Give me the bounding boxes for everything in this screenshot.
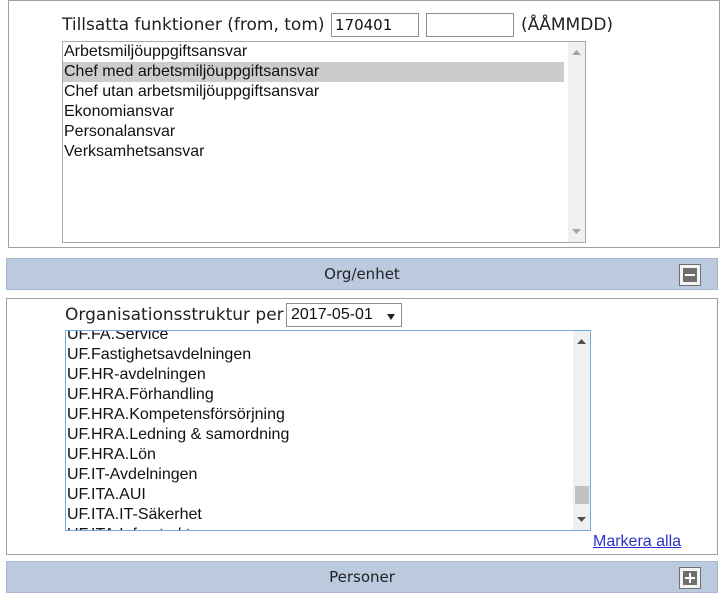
functions-scrollbar[interactable]: [568, 42, 585, 242]
persons-section-header[interactable]: Personer: [6, 561, 718, 593]
org-unit-option[interactable]: UF.HRA.Lön: [66, 445, 569, 465]
org-date-select[interactable]: 2017-05-01: [286, 303, 402, 327]
function-option[interactable]: Verksamhetsansvar: [63, 142, 564, 162]
org-scrollbar[interactable]: [573, 331, 590, 530]
org-unit-option[interactable]: UF.ITA.AUI: [66, 485, 569, 505]
org-unit-option[interactable]: UF.IT-Avdelningen: [66, 465, 569, 485]
expand-plus-icon[interactable]: [679, 567, 701, 589]
function-option[interactable]: Chef utan arbetsmiljöuppgiftsansvar: [63, 82, 564, 102]
org-unit-option[interactable]: UF.HRA.Ledning & samordning: [66, 425, 569, 445]
org-date-value: 2017-05-01: [291, 306, 373, 323]
scroll-thumb[interactable]: [575, 486, 589, 504]
org-unit-option[interactable]: UF.ITA.IT-Säkerhet: [66, 505, 569, 525]
date-format-hint: (ÅÅMMDD): [521, 15, 614, 35]
functions-list: Arbetsmiljöuppgiftsansvar Chef med arbets…: [63, 42, 564, 162]
functions-label: Tillsatta funktioner (from, tom): [62, 15, 325, 35]
to-date-input[interactable]: [426, 13, 514, 37]
org-unit-option[interactable]: UF.FA.Service: [66, 331, 569, 345]
org-unit-option[interactable]: UF.HRA.Förhandling: [66, 385, 569, 405]
org-structure-label: Organisationsstruktur per: [65, 305, 284, 325]
persons-section-title: Personer: [329, 568, 395, 586]
scroll-up-arrow-icon[interactable]: [568, 44, 585, 61]
scroll-up-arrow-icon[interactable]: [573, 333, 590, 350]
function-option[interactable]: Chef med arbetsmiljöuppgiftsansvar: [63, 62, 564, 82]
from-date-input[interactable]: 170401: [331, 13, 419, 37]
scroll-down-arrow-icon[interactable]: [568, 223, 585, 240]
org-unit-option[interactable]: UF.ITA.Infrastruktur: [66, 525, 569, 530]
org-listbox[interactable]: UF.FA.Service UF.Fastighetsavdelningen UF.…: [65, 330, 591, 531]
functions-listbox[interactable]: Arbetsmiljöuppgiftsansvar Chef med arbets…: [62, 41, 586, 243]
function-option[interactable]: Personalansvar: [63, 122, 564, 142]
org-section-header[interactable]: Org/enhet: [6, 258, 718, 290]
org-unit-option[interactable]: UF.HRA.Kompetensförsörjning: [66, 405, 569, 425]
org-section-title: Org/enhet: [324, 265, 400, 283]
org-list: UF.FA.Service UF.Fastighetsavdelningen UF.…: [66, 331, 569, 530]
functions-panel: Tillsatta funktioner (from, tom) 170401 …: [8, 0, 720, 248]
select-all-link[interactable]: Markera alla: [593, 533, 681, 551]
function-option[interactable]: Arbetsmiljöuppgiftsansvar: [63, 42, 564, 62]
org-unit-option[interactable]: UF.HR-avdelningen: [66, 365, 569, 385]
function-option[interactable]: Ekonomiansvar: [63, 102, 564, 122]
collapse-minus-icon[interactable]: [679, 264, 701, 286]
org-unit-option[interactable]: UF.Fastighetsavdelningen: [66, 345, 569, 365]
dropdown-arrow-icon: [386, 309, 396, 327]
scroll-down-arrow-icon[interactable]: [573, 511, 590, 528]
org-panel: Organisationsstruktur per 2017-05-01 UF.…: [6, 298, 718, 555]
